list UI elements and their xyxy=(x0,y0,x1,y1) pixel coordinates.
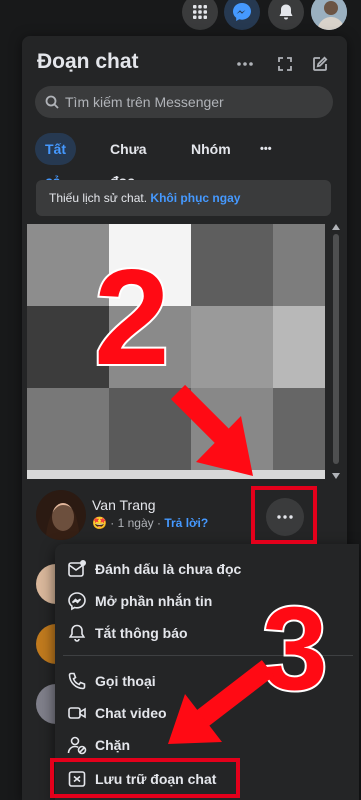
highlight-archive-item xyxy=(50,758,240,798)
arrow-to-archive xyxy=(168,660,275,744)
highlight-options-button xyxy=(251,486,317,544)
annotation-arrows xyxy=(168,384,275,744)
arrow-to-options xyxy=(170,384,253,476)
